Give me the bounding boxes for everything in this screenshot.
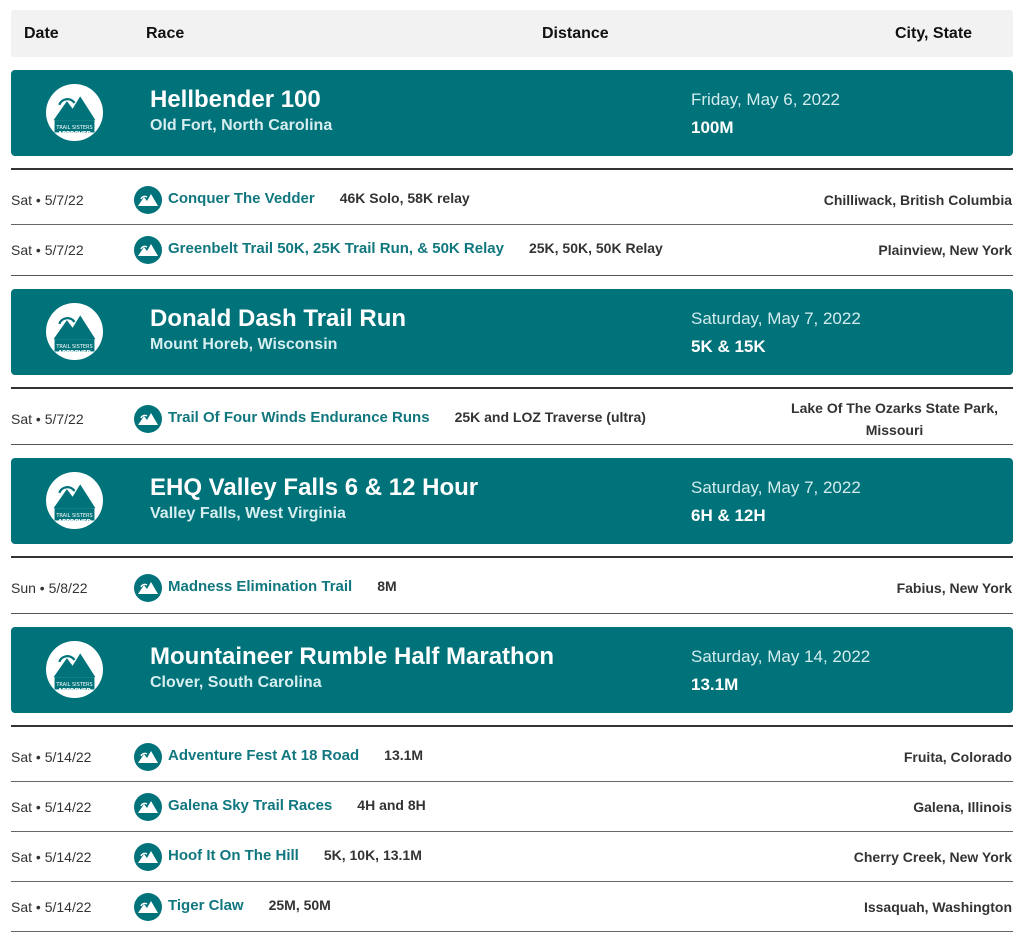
trail-sisters-approved-badge: TRAIL SISTERS APPROVED [46, 303, 103, 360]
mountain-badge-icon: TRAIL SISTERSAPPROVED [46, 84, 103, 137]
race-distance: 4H and 8H [357, 797, 426, 814]
race-date: Sat • 5/14/22 [11, 899, 92, 915]
race-distance: 5K, 10K, 13.1M [323, 847, 422, 864]
featured-race-card[interactable]: TRAIL SISTERS APPROVED Hellbender 100 Old… [11, 70, 1013, 156]
trail-sisters-icon [134, 405, 162, 433]
race-distance: 25K, 50K, 50K Relay [528, 240, 663, 257]
race-city-state: Fabius, New York [896, 580, 1012, 596]
race-row: Sun • 5/8/22 Madness Elimination Trail 8… [0, 563, 1024, 613]
featured-race-date: Friday, May 6, 2022 [691, 90, 840, 109]
race-date: Sat • 5/14/22 [11, 849, 92, 865]
featured-race-location: Old Fort, North Carolina [150, 117, 333, 134]
race-distance: 8M [377, 578, 397, 595]
trail-sisters-approved-badge: TRAIL SISTERS APPROVED [46, 84, 103, 141]
race-date: Sat • 5/7/22 [11, 192, 84, 208]
featured-race-location: Clover, South Carolina [150, 674, 322, 691]
featured-race-name[interactable]: Donald Dash Trail Run [150, 305, 406, 333]
race-date: Sat • 5/14/22 [11, 749, 92, 765]
featured-race-name[interactable]: EHQ Valley Falls 6 & 12 Hour [150, 474, 478, 502]
svg-text:APPROVED: APPROVED [58, 350, 92, 356]
featured-race-location: Mount Horeb, Wisconsin [150, 336, 338, 353]
race-city-state: Galena, Illinois [913, 799, 1012, 815]
race-city-state: Plainview, New York [878, 242, 1012, 258]
mountain-badge-icon: TRAIL SISTERSAPPROVED [46, 641, 103, 694]
featured-race-name[interactable]: Hellbender 100 [150, 86, 321, 114]
trail-sisters-icon [134, 574, 162, 602]
featured-race-date: Saturday, May 7, 2022 [691, 478, 861, 497]
featured-race-card[interactable]: TRAIL SISTERS APPROVED Mountaineer Rumble… [11, 627, 1013, 713]
featured-race-card[interactable]: TRAIL SISTERS APPROVED EHQ Valley Falls 6… [11, 458, 1013, 544]
divider [11, 725, 1013, 727]
race-date: Sun • 5/8/22 [11, 580, 88, 596]
race-name-link[interactable]: Madness Elimination Trail [168, 578, 352, 595]
divider [11, 275, 1013, 276]
race-date: Sat • 5/7/22 [11, 411, 84, 427]
featured-race-distance: 13.1M [691, 675, 739, 694]
race-city-state: Lake Of The Ozarks State Park, Missouri [791, 397, 998, 441]
race-row: Sat • 5/14/22 Tiger Claw 25M, 50M Issaqu… [0, 882, 1024, 932]
race-distance: 13.1M [384, 747, 424, 764]
trail-sisters-icon [134, 743, 162, 771]
race-name-link[interactable]: Tiger Claw [168, 897, 244, 914]
race-state-line: Missouri [865, 422, 924, 438]
row-divider [11, 931, 1013, 932]
featured-race-distance: 100M [691, 118, 734, 137]
svg-text:APPROVED: APPROVED [58, 688, 92, 694]
divider [11, 444, 1013, 445]
trail-sisters-icon [134, 843, 162, 871]
svg-text:APPROVED: APPROVED [58, 519, 92, 525]
trail-sisters-icon [134, 893, 162, 921]
race-row: Sat • 5/14/22 Adventure Fest At 18 Road … [0, 732, 1024, 782]
race-name-link[interactable]: Hoof It On The Hill [168, 847, 299, 864]
trail-sisters-approved-badge: TRAIL SISTERS APPROVED [46, 641, 103, 698]
mountain-badge-icon: TRAIL SISTERSAPPROVED [46, 472, 103, 525]
race-distance: 46K Solo, 58K relay [339, 190, 470, 207]
featured-race-card[interactable]: TRAIL SISTERS APPROVED Donald Dash Trail … [11, 289, 1013, 375]
featured-race-date: Saturday, May 7, 2022 [691, 309, 861, 328]
trail-sisters-icon [134, 186, 162, 214]
featured-race-distance: 5K & 15K [691, 337, 766, 356]
race-name-link[interactable]: Conquer The Vedder [168, 190, 315, 207]
header-date: Date [24, 25, 59, 42]
race-row: Sat • 5/7/22 Trail Of Four Winds Enduran… [0, 394, 1024, 444]
race-name-link[interactable]: Trail Of Four Winds Endurance Runs [168, 409, 430, 426]
race-city-state: Chilliwack, British Columbia [823, 192, 1012, 208]
race-city-state: Issaquah, Washington [863, 899, 1012, 915]
race-date: Sat • 5/14/22 [11, 799, 92, 815]
svg-text:APPROVED: APPROVED [58, 131, 92, 137]
race-distance: 25M, 50M [268, 897, 331, 914]
trail-sisters-approved-badge: TRAIL SISTERS APPROVED [46, 472, 103, 529]
race-row: Sat • 5/14/22 Hoof It On The Hill 5K, 10… [0, 832, 1024, 882]
race-city-state: Cherry Creek, New York [853, 849, 1012, 865]
header-city-state: City, State [895, 25, 973, 42]
divider [11, 168, 1013, 170]
header-distance: Distance [542, 25, 609, 42]
featured-race-distance: 6H & 12H [691, 506, 766, 525]
trail-sisters-icon [134, 793, 162, 821]
divider [11, 613, 1013, 614]
race-date: Sat • 5/7/22 [11, 242, 84, 258]
race-row: Sat • 5/7/22 Greenbelt Trail 50K, 25K Tr… [0, 225, 1024, 275]
table-header: Date Race Distance City, State [11, 10, 1013, 57]
trail-sisters-icon [134, 236, 162, 264]
featured-race-name[interactable]: Mountaineer Rumble Half Marathon [150, 643, 554, 671]
race-name-link[interactable]: Galena Sky Trail Races [168, 797, 332, 814]
race-city-line: Lake Of The Ozarks State Park, [791, 400, 998, 416]
divider [11, 556, 1013, 558]
divider [11, 387, 1013, 389]
featured-race-date: Saturday, May 14, 2022 [691, 647, 871, 666]
race-distance: 25K and LOZ Traverse (ultra) [454, 409, 646, 426]
race-city-state: Fruita, Colorado [903, 749, 1012, 765]
race-row: Sat • 5/7/22 Conquer The Vedder 46K Solo… [0, 175, 1024, 225]
mountain-badge-icon: TRAIL SISTERSAPPROVED [46, 303, 103, 356]
race-name-link[interactable]: Adventure Fest At 18 Road [168, 747, 359, 764]
race-row: Sat • 5/14/22 Galena Sky Trail Races 4H … [0, 782, 1024, 832]
featured-race-location: Valley Falls, West Virginia [150, 505, 346, 522]
header-race: Race [146, 25, 185, 42]
race-name-link[interactable]: Greenbelt Trail 50K, 25K Trail Run, & 50… [168, 240, 504, 257]
